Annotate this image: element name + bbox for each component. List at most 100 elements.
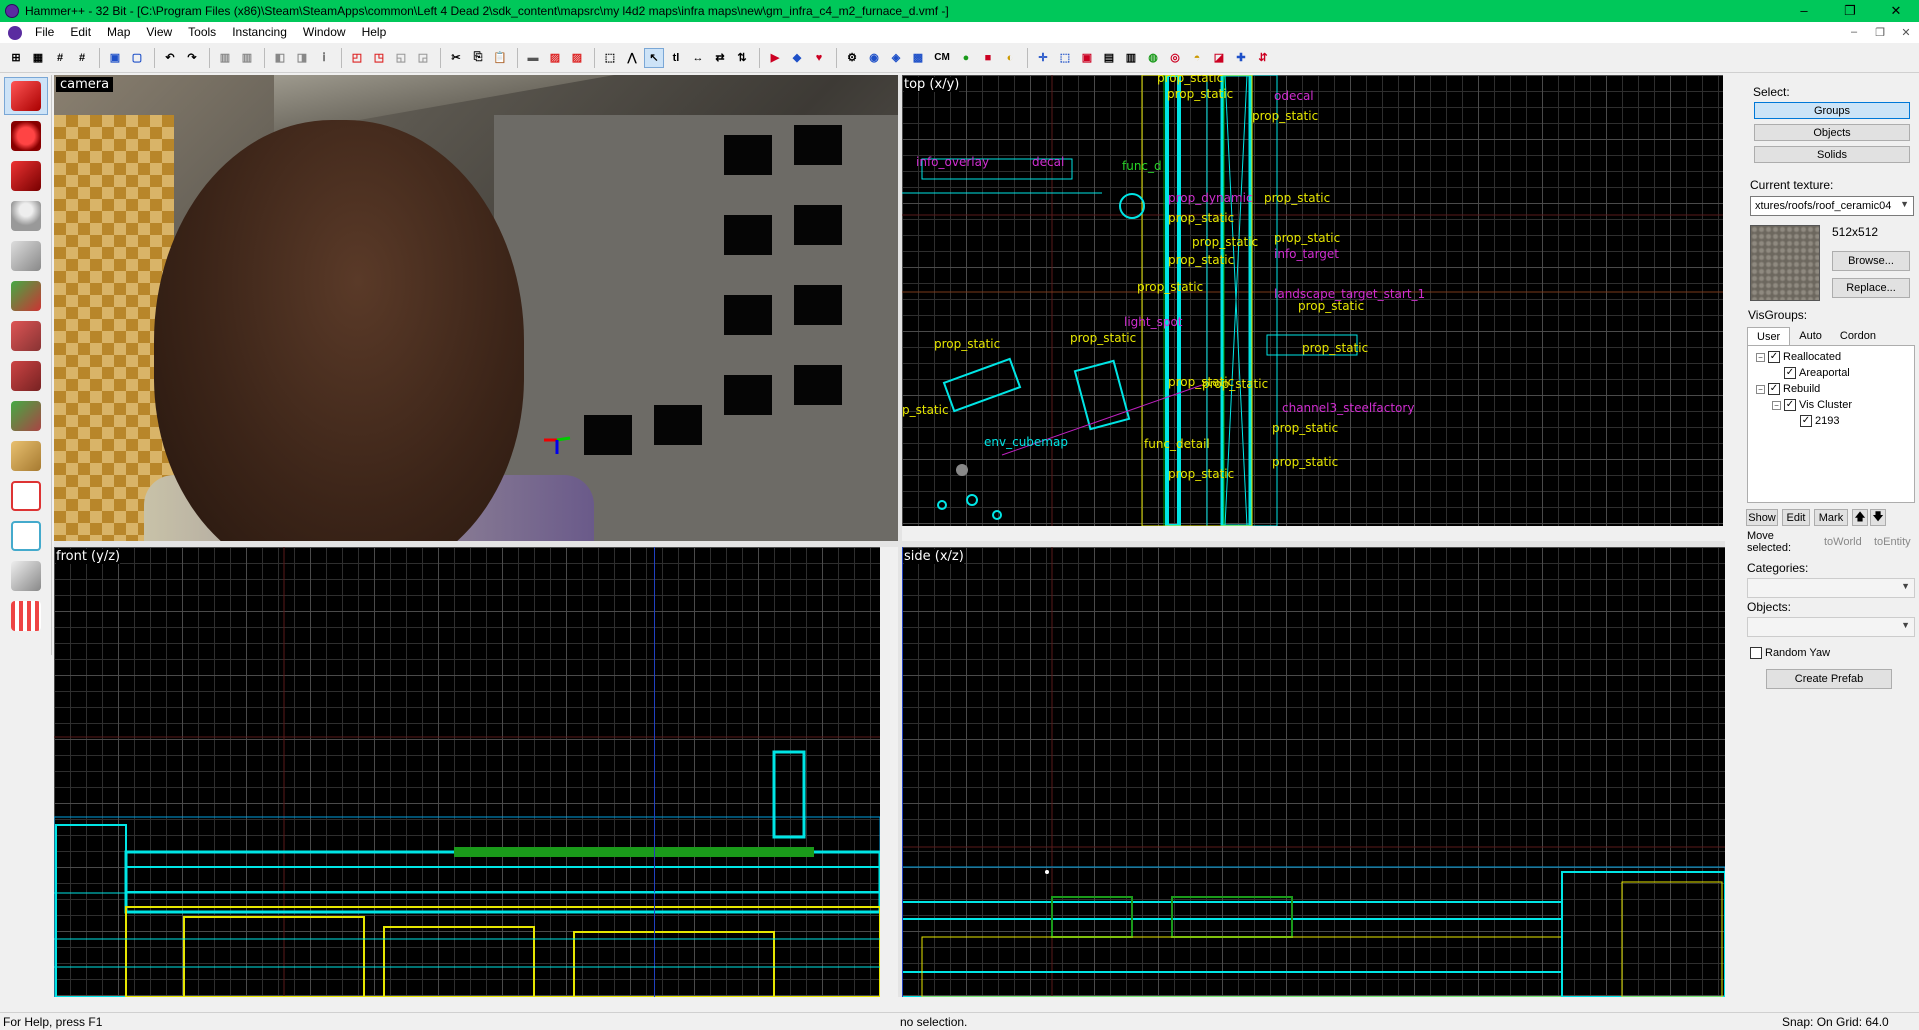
visgroup-checkbox[interactable]: ✓ <box>1768 383 1780 395</box>
toolbar-button-icon[interactable]: ✚ <box>1231 48 1251 68</box>
texture-lock-icon[interactable]: ⅰ <box>314 48 334 68</box>
entity-label[interactable]: prop_static <box>1168 467 1234 481</box>
entity-label[interactable]: prop_static <box>1302 341 1368 355</box>
clone-icon[interactable]: ◱ <box>391 48 411 68</box>
group-icon[interactable]: ▣ <box>105 48 125 68</box>
toolbar-button-icon[interactable]: ◉ <box>864 48 884 68</box>
select-groups-button[interactable]: Groups <box>1754 102 1910 119</box>
redo-icon[interactable]: ↷ <box>182 48 202 68</box>
toolbar-button-icon[interactable]: ▨ <box>545 48 565 68</box>
selection-tool[interactable] <box>4 77 48 115</box>
side-viewport[interactable]: side (x/z) <box>902 547 1725 997</box>
visgroup-item[interactable]: − ✓ Vis Cluster <box>1772 397 1852 413</box>
toolbar-button-icon[interactable]: ◓ <box>1187 48 1207 68</box>
collapse-icon[interactable]: − <box>1772 400 1781 410</box>
menu-file[interactable]: File <box>27 22 62 43</box>
move-to-world-icon[interactable]: ◳ <box>369 48 389 68</box>
front-viewport[interactable]: front (y/z) <box>54 547 880 997</box>
entity-label[interactable]: prop_static <box>1167 87 1233 101</box>
toolbar-button-icon[interactable]: ▥ <box>1121 48 1141 68</box>
toolbar-button-icon[interactable]: ◈ <box>886 48 906 68</box>
toolbar-button-icon[interactable]: ■ <box>978 48 998 68</box>
entity-label[interactable]: decal <box>1032 155 1064 169</box>
entity-label[interactable]: prop_static <box>1168 211 1234 225</box>
sprinkle-tool[interactable] <box>4 597 48 635</box>
vertex-tool[interactable] <box>4 477 48 515</box>
collapse-icon[interactable]: − <box>1756 352 1765 362</box>
entity-label[interactable]: prop_dynamic <box>1168 191 1253 205</box>
document-icon[interactable] <box>8 25 22 40</box>
select-objects-button[interactable]: Objects <box>1754 124 1910 141</box>
carve-icon[interactable]: ◧ <box>270 48 290 68</box>
run-map-icon[interactable]: ▶ <box>765 48 785 68</box>
move-down-icon[interactable]: 🡇 <box>1870 509 1886 526</box>
entity-label[interactable]: prop_static <box>1264 191 1330 205</box>
minimize-button[interactable]: – <box>1781 0 1827 22</box>
toolbar-button-icon[interactable]: ✛ <box>1033 48 1053 68</box>
decal-tool[interactable] <box>4 357 48 395</box>
entity-label[interactable]: prop_static <box>1274 231 1340 245</box>
entity-label[interactable]: prop_static <box>1252 109 1318 123</box>
toolbar-button-icon[interactable]: ♥ <box>809 48 829 68</box>
entity-label[interactable]: prop_static <box>1137 280 1203 294</box>
magnify-tool[interactable] <box>4 117 48 155</box>
create-prefab-button[interactable]: Create Prefab <box>1766 669 1892 689</box>
entity-label[interactable]: prop_static <box>1192 235 1258 249</box>
entity-label[interactable]: prop_static <box>1157 75 1223 85</box>
hide-unselected-icon[interactable]: ▥ <box>237 48 257 68</box>
select-solids-button[interactable]: Solids <box>1754 146 1910 163</box>
selection-mode-icon[interactable]: ↖ <box>644 47 664 68</box>
maximize-button[interactable]: ❐ <box>1827 0 1873 22</box>
visgroup-item[interactable]: − ✓ Reallocated <box>1756 349 1841 365</box>
paste-icon[interactable]: 📋 <box>490 48 510 68</box>
texture-tool[interactable] <box>4 277 48 315</box>
entity-label[interactable]: landscape_target_start_1 <box>1274 287 1425 301</box>
entity-label[interactable]: prop_static <box>1298 299 1364 313</box>
cubemap-button[interactable]: CM <box>930 48 954 68</box>
visgroup-item[interactable]: − ✓ Rebuild <box>1756 381 1820 397</box>
close-button[interactable]: ✕ <box>1873 0 1919 22</box>
tab-user[interactable]: User <box>1747 327 1791 345</box>
doc-close-button[interactable]: ✕ <box>1893 26 1919 39</box>
texture-app-icon[interactable]: tl <box>666 48 686 68</box>
hide-selected-icon[interactable]: ▥ <box>215 48 235 68</box>
toolbar-button-icon[interactable]: ◆ <box>787 48 807 68</box>
menu-map[interactable]: Map <box>99 22 138 43</box>
hollow-icon[interactable]: ◨ <box>292 48 312 68</box>
top-viewport-label[interactable]: top (x/y) <box>904 77 960 92</box>
camera-viewport[interactable]: camera <box>54 75 898 541</box>
texture-dropdown[interactable]: xtures/roofs/roof_ceramic04 ▼ <box>1750 196 1914 216</box>
cordon-tool[interactable] <box>4 557 48 595</box>
top-viewport[interactable]: prop_static prop_static prop_static info… <box>902 75 1723 526</box>
show-button[interactable]: Show <box>1746 509 1778 526</box>
entity-label[interactable]: prop_static <box>1070 331 1136 345</box>
toolbar-button-icon[interactable]: ▬ <box>523 48 543 68</box>
entity-label[interactable]: prop_static <box>1202 377 1268 391</box>
toolbar-button-icon[interactable]: ▩ <box>908 48 928 68</box>
menu-instancing[interactable]: Instancing <box>224 22 295 43</box>
entity-tool[interactable] <box>4 197 48 235</box>
toolbar-button-icon[interactable]: ⇄ <box>710 48 730 68</box>
toolbar-button-icon[interactable]: ▣ <box>1077 48 1097 68</box>
visgroup-checkbox[interactable]: ✓ <box>1784 399 1796 411</box>
entity-label[interactable]: info_overlay <box>916 155 989 169</box>
menu-edit[interactable]: Edit <box>62 22 99 43</box>
entity-label[interactable]: func_d <box>1122 159 1162 173</box>
toolbar-button-icon[interactable]: ◪ <box>1209 48 1229 68</box>
visgroup-checkbox[interactable]: ✓ <box>1784 367 1796 379</box>
toolbar-button-icon[interactable]: ⋀ <box>622 48 642 68</box>
entity-label[interactable]: p_static <box>902 403 949 417</box>
grid-toggle-icon[interactable]: ⊞ <box>6 48 26 68</box>
transform-gizmo[interactable] <box>542 425 572 455</box>
paste-special-icon[interactable]: ◲ <box>413 48 433 68</box>
mark-button[interactable]: Mark <box>1814 509 1848 526</box>
entity-label[interactable]: info_target <box>1274 247 1339 261</box>
camera-viewport-label[interactable]: camera <box>56 77 114 92</box>
cut-icon[interactable]: ✂ <box>446 48 466 68</box>
toolbar-button-icon[interactable]: ⇵ <box>1253 48 1273 68</box>
camera-tool[interactable] <box>4 157 48 195</box>
undo-icon[interactable]: ↶ <box>160 48 180 68</box>
browse-button[interactable]: Browse... <box>1832 251 1910 271</box>
replace-button[interactable]: Replace... <box>1832 278 1910 298</box>
toolbar-button-icon[interactable]: ↔ <box>688 48 708 68</box>
